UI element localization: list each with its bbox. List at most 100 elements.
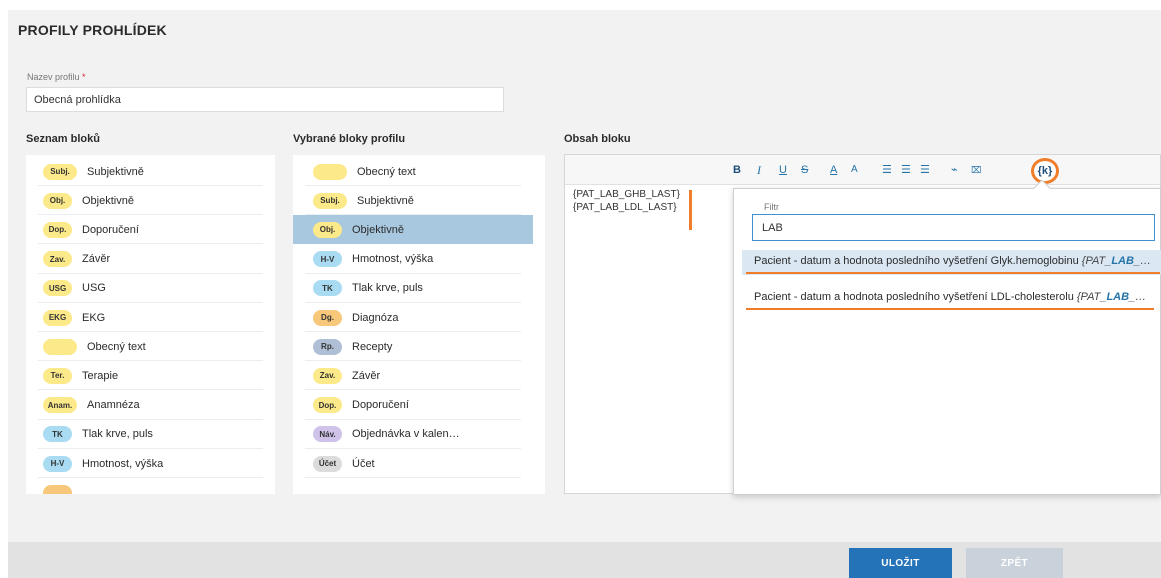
blocks-list-header: Seznam bloků	[26, 133, 100, 145]
block-badge: Zav.	[313, 367, 342, 384]
list-item-label: Objektivně	[352, 223, 404, 236]
filter-label: Filtr	[764, 202, 779, 212]
block-badge: Subj.	[313, 192, 347, 209]
block-badge: USG	[43, 280, 72, 297]
list-item[interactable]: Rp. Recepty	[293, 332, 533, 362]
list-item[interactable]: Obj. Objektivně	[26, 186, 275, 216]
block-badge: Rp.	[313, 338, 342, 355]
block-badge: TK	[43, 426, 72, 443]
list-item[interactable]: Účet Účet	[293, 449, 533, 478]
list-item-label: Subjektivně	[357, 194, 414, 207]
list-item[interactable]: Obecný text	[26, 332, 275, 362]
block-badge: Subj.	[43, 163, 77, 180]
list-item[interactable]: Dg. Diagnóza	[293, 303, 533, 332]
list-item-label: Anamnéza	[87, 399, 140, 412]
block-badge: TK	[313, 280, 342, 297]
block-content-header: Obsah bloku	[564, 133, 631, 145]
list-item[interactable]: Obecný text	[293, 157, 533, 186]
list-item[interactable]: H-V Hmotnost, výška	[26, 449, 275, 478]
list-item-label: Hmotnost, výška	[82, 457, 164, 470]
list-item-label: Tlak krve, puls	[352, 282, 423, 295]
list-item-label: Obecný text	[357, 165, 416, 178]
list-item-label: Účet	[352, 457, 375, 470]
list-item-label: Závěr	[82, 253, 111, 266]
block-badge: Obj.	[313, 221, 342, 238]
block-badge: Zav.	[43, 251, 72, 268]
list-item[interactable]: Subj. Subjektivně	[26, 157, 275, 186]
list-item-label: Objednávka v kalen…	[352, 428, 460, 441]
bullet-list-icon[interactable]: ☰	[901, 163, 911, 177]
list-item[interactable]: Zav. Závěr	[26, 245, 275, 274]
list-item-label: Hmotnost, výška	[352, 253, 434, 266]
page-title: PROFILY PROHLÍDEK	[18, 22, 167, 38]
selected-blocks-list: Obecný text Subj. Subjektivně Obj. Objektivn…	[293, 155, 545, 494]
list-item-label: USG	[82, 282, 106, 295]
list-item-label: Recepty	[352, 340, 393, 353]
back-button[interactable]: ZPĚT	[966, 548, 1063, 578]
list-item[interactable]: Dop. Doporučení	[293, 391, 533, 420]
list-item-label: Objektivně	[82, 194, 134, 207]
block-badge: Dop.	[43, 221, 72, 238]
blocks-list: Subj. Subjektivně Obj. Objektivně Dop. Doporu…	[26, 155, 275, 494]
list-item[interactable]: Ter. Terapie	[26, 361, 275, 391]
ordered-list-icon[interactable]: ☰	[882, 163, 892, 177]
result-underline	[746, 308, 1154, 310]
list-item[interactable]: TK Tlak krve, puls	[26, 420, 275, 449]
editor-line: {PAT_LAB_GHB_LAST}	[573, 189, 680, 200]
list-item-label: Doporučení	[82, 223, 139, 236]
underline-button[interactable]: U	[779, 163, 787, 177]
block-badge: H-V	[43, 455, 72, 472]
insert-key-button[interactable]: {k}	[1031, 158, 1059, 184]
block-badge: Anam.	[43, 397, 77, 414]
editor-content[interactable]: {PAT_LAB_GHB_LAST} {PAT_LAB_LDL_LAST}	[573, 188, 680, 214]
editor-toolbar: B I U S A A ☰ ☰ ☰ ⌁ ⌧ {k}	[565, 155, 1160, 185]
list-item-label: EKG	[82, 311, 106, 324]
list-item[interactable]: H-V Hmotnost, výška	[293, 245, 533, 274]
list-item-partial	[26, 478, 82, 494]
italic-button[interactable]: I	[757, 163, 761, 177]
list-item[interactable]: Obj. Objektivně	[293, 215, 533, 245]
list-item-label: Doporučení	[352, 399, 409, 412]
list-item[interactable]: EKG EKG	[26, 303, 275, 332]
list-item-label: Terapie	[82, 369, 119, 382]
bg-color-button[interactable]: A	[851, 163, 858, 177]
block-badge: Dop.	[313, 397, 342, 414]
list-item-label: Závěr	[352, 369, 381, 382]
font-color-button[interactable]: A	[830, 163, 837, 177]
strikethrough-button[interactable]: S	[801, 163, 808, 177]
bold-button[interactable]: B	[733, 163, 741, 177]
list-item-label: Obecný text	[87, 340, 146, 353]
block-badge: Dg.	[313, 309, 342, 326]
list-item[interactable]: Náv. Objednávka v kalen…	[293, 420, 533, 449]
required-mark: *	[82, 72, 86, 82]
list-item[interactable]: Subj. Subjektivně	[293, 186, 533, 216]
save-button[interactable]: ULOŽIT	[849, 548, 952, 578]
block-badge	[313, 163, 347, 180]
block-badge: EKG	[43, 309, 72, 326]
list-item[interactable]: Dop. Doporučení	[26, 215, 275, 245]
result-underline	[746, 272, 1160, 274]
editor-line: {PAT_LAB_LDL_LAST}	[573, 202, 677, 213]
block-badge: Obj.	[43, 192, 72, 209]
block-badge: Náv.	[313, 426, 342, 443]
block-badge	[43, 338, 77, 355]
block-badge: H-V	[313, 251, 342, 268]
list-item-label: Subjektivně	[87, 165, 144, 178]
align-icon[interactable]: ☰	[920, 163, 930, 177]
list-item[interactable]: TK Tlak krve, puls	[293, 274, 533, 303]
unlink-icon[interactable]: ⌧	[971, 163, 981, 177]
block-badge: Ter.	[43, 367, 72, 384]
key-dropdown: Filtr Pacient - datum a hodnota poslední…	[733, 188, 1161, 495]
block-badge: Účet	[313, 455, 342, 472]
list-item[interactable]: Zav. Závěr	[293, 361, 533, 391]
profile-name-input[interactable]	[26, 87, 504, 112]
list-item-label: Tlak krve, puls	[82, 428, 153, 441]
list-item-label: Diagnóza	[352, 311, 399, 324]
profile-name-label: Nazev profilu *	[27, 72, 86, 82]
filter-input[interactable]	[752, 214, 1155, 241]
list-item[interactable]: Anam. Anamnéza	[26, 391, 275, 420]
link-icon[interactable]: ⌁	[951, 163, 958, 177]
editor-highlight-mark	[689, 190, 692, 230]
list-item[interactable]: USG USG	[26, 274, 275, 303]
selected-blocks-header: Vybrané bloky profilu	[293, 133, 406, 145]
